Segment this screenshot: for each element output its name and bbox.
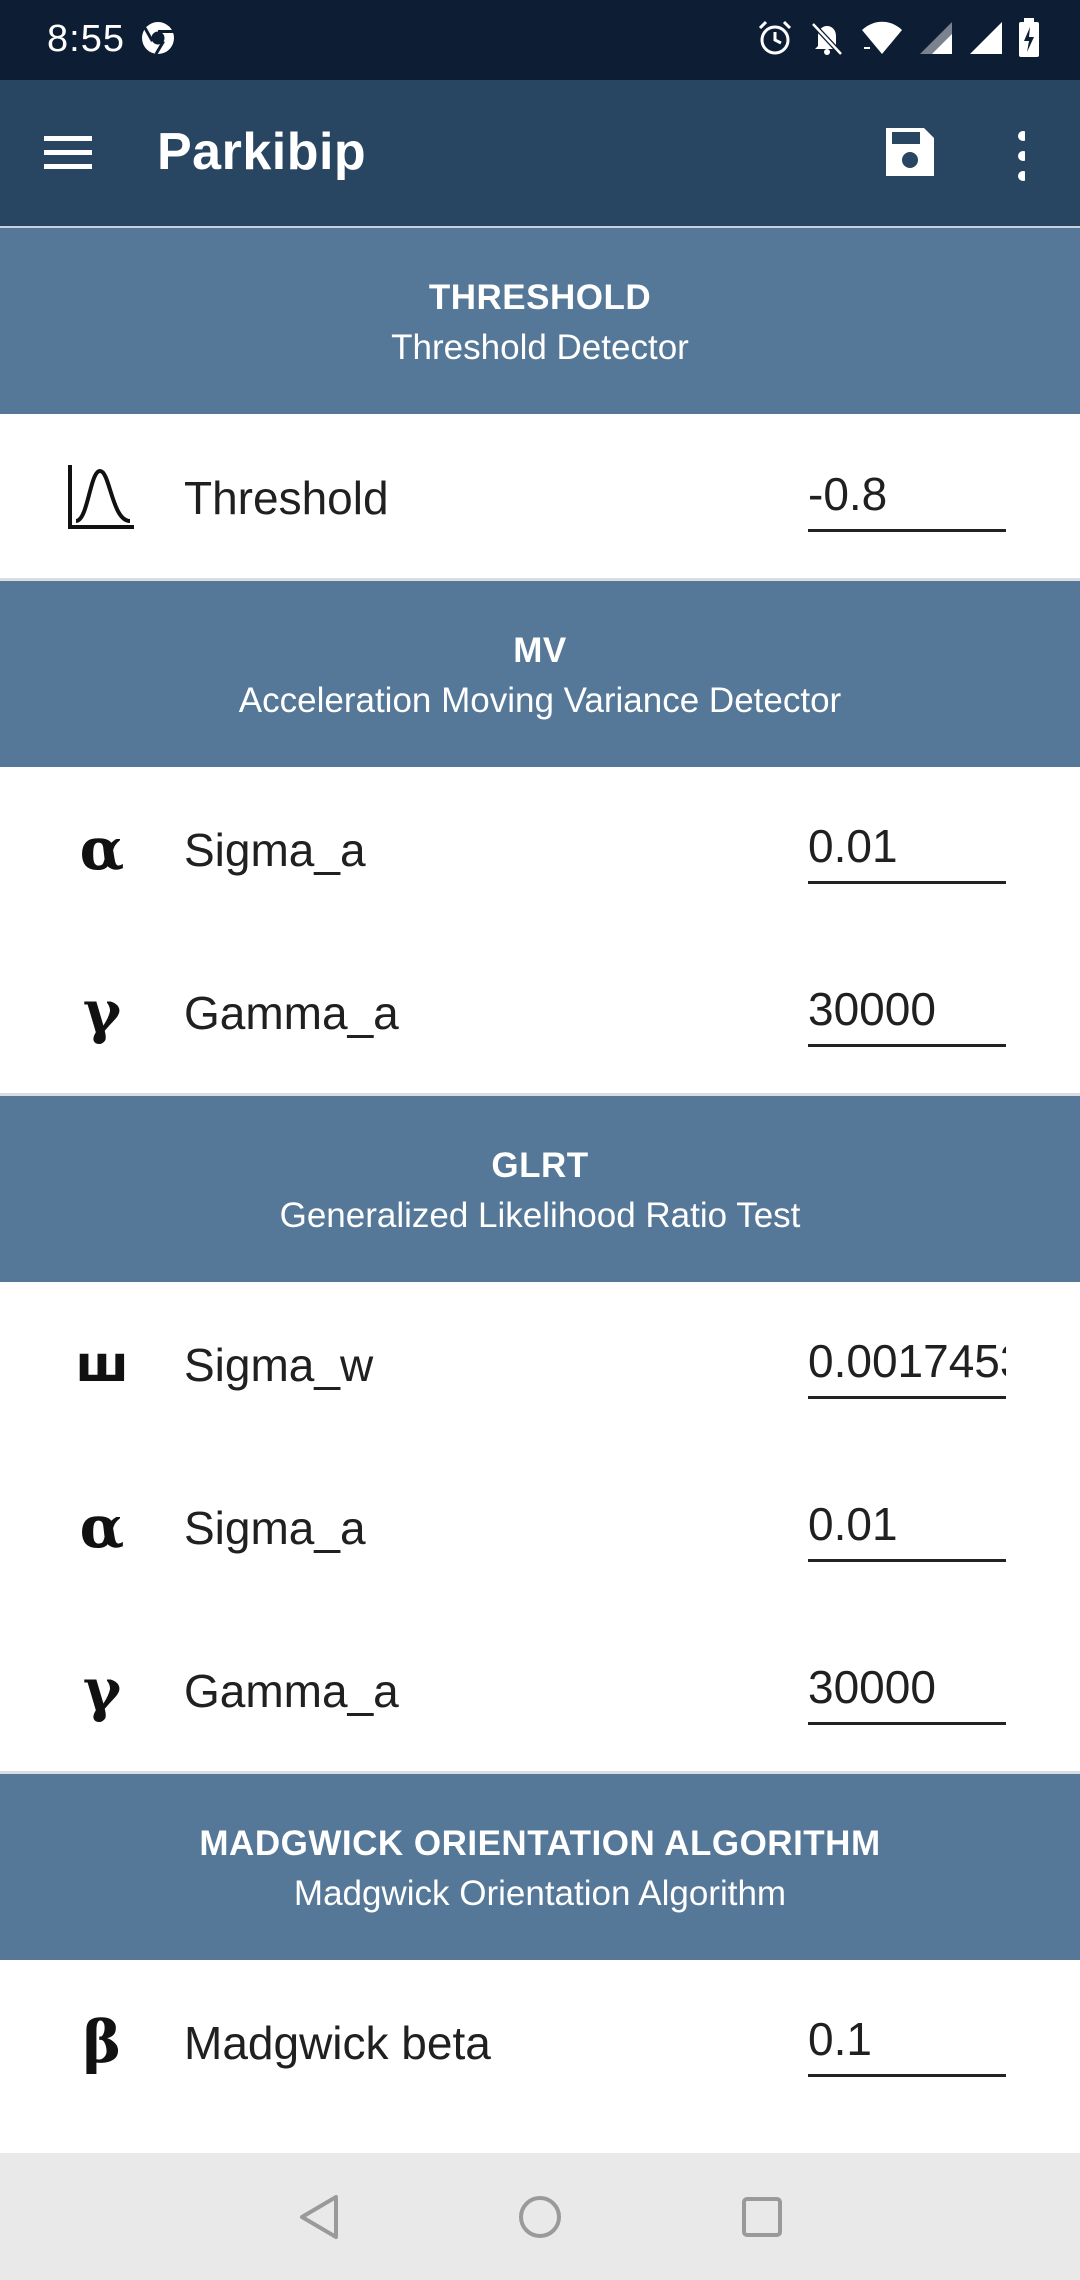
section-title: MV: [513, 631, 567, 670]
status-icons: [756, 17, 1040, 63]
status-bar: 8:55: [0, 0, 1080, 80]
param-label: Madgwick beta: [184, 2017, 491, 2069]
navigation-bar: [0, 2153, 1080, 2280]
floppy-save-icon[interactable]: [882, 124, 942, 184]
mv-gamma-a-input[interactable]: 30000: [808, 982, 1006, 1047]
glrt-gamma-a-input[interactable]: 30000: [808, 1660, 1006, 1725]
param-row-glrt-gamma-a: γ Gamma_a 30000: [0, 1608, 1080, 1771]
app-screen: 8:55 Parkibip THRESHOLD Threshold Detect…: [0, 0, 1080, 2280]
section-header-glrt: GLRT Generalized Likelihood Ratio Test: [0, 1096, 1080, 1282]
chrome-icon: [140, 20, 176, 61]
param-row-glrt-sigma-w: ш Sigma_w 0.0017453: [0, 1282, 1080, 1445]
app-bar: Parkibip: [0, 80, 1080, 228]
threshold-input[interactable]: -0.8: [808, 467, 1006, 532]
omega-w-icon: ш: [75, 1335, 129, 1393]
section-title: MADGWICK ORIENTATION ALGORITHM: [199, 1824, 881, 1863]
hamburger-menu-icon[interactable]: [40, 124, 104, 188]
gamma-icon: γ: [82, 978, 122, 1046]
param-label: Sigma_a: [184, 1502, 366, 1554]
section-header-madgwick: MADGWICK ORIENTATION ALGORITHM Madgwick …: [0, 1774, 1080, 1960]
section-subtitle: Madgwick Orientation Algorithm: [293, 1874, 787, 1913]
app-title: Parkibip: [157, 123, 367, 181]
section-title: THRESHOLD: [428, 278, 652, 317]
param-label: Gamma_a: [184, 1665, 399, 1717]
section-title: GLRT: [491, 1146, 589, 1185]
section-header-mv: MV Acceleration Moving Variance Detector: [0, 581, 1080, 767]
battery-charging-icon: [1018, 17, 1040, 63]
section-subtitle: Generalized Likelihood Ratio Test: [279, 1196, 801, 1235]
param-row-madgwick-beta: β Madgwick beta 0.1: [0, 1960, 1080, 2123]
param-row-mv-gamma-a: γ Gamma_a 30000: [0, 930, 1080, 1093]
notifications-off-icon: [808, 19, 846, 62]
mv-sigma-a-input[interactable]: 0.01: [808, 819, 1006, 884]
section-header-threshold: THRESHOLD Threshold Detector: [0, 228, 1080, 414]
alpha-icon: α: [79, 1493, 125, 1561]
bell-curve-icon: [60, 455, 144, 539]
gamma-icon: γ: [82, 1656, 122, 1724]
beta-icon: β: [82, 2008, 122, 2076]
param-row-threshold: Threshold -0.8: [0, 415, 1080, 578]
wifi-icon: [860, 20, 904, 61]
section-subtitle: Acceleration Moving Variance Detector: [238, 681, 842, 720]
signal-full-icon: [968, 20, 1004, 61]
alarm-icon: [756, 19, 794, 62]
param-label: Threshold: [184, 472, 389, 524]
param-label: Sigma_w: [184, 1339, 374, 1391]
more-vert-icon[interactable]: [995, 124, 1051, 188]
glrt-sigma-w-input[interactable]: 0.0017453: [808, 1334, 1006, 1399]
nav-home-icon[interactable]: [510, 2187, 570, 2247]
alpha-icon: α: [79, 815, 125, 883]
param-label: Gamma_a: [184, 987, 399, 1039]
glrt-sigma-a-input[interactable]: 0.01: [808, 1497, 1006, 1562]
signal-icon: [918, 20, 954, 61]
nav-back-icon[interactable]: [290, 2187, 350, 2247]
param-row-glrt-sigma-a: α Sigma_a 0.01: [0, 1445, 1080, 1608]
nav-recents-icon[interactable]: [732, 2187, 792, 2247]
section-subtitle: Threshold Detector: [391, 328, 689, 367]
madgwick-beta-input[interactable]: 0.1: [808, 2012, 1006, 2077]
status-time: 8:55: [47, 18, 125, 60]
param-row-mv-sigma-a: α Sigma_a 0.01: [0, 767, 1080, 930]
param-label: Sigma_a: [184, 824, 366, 876]
